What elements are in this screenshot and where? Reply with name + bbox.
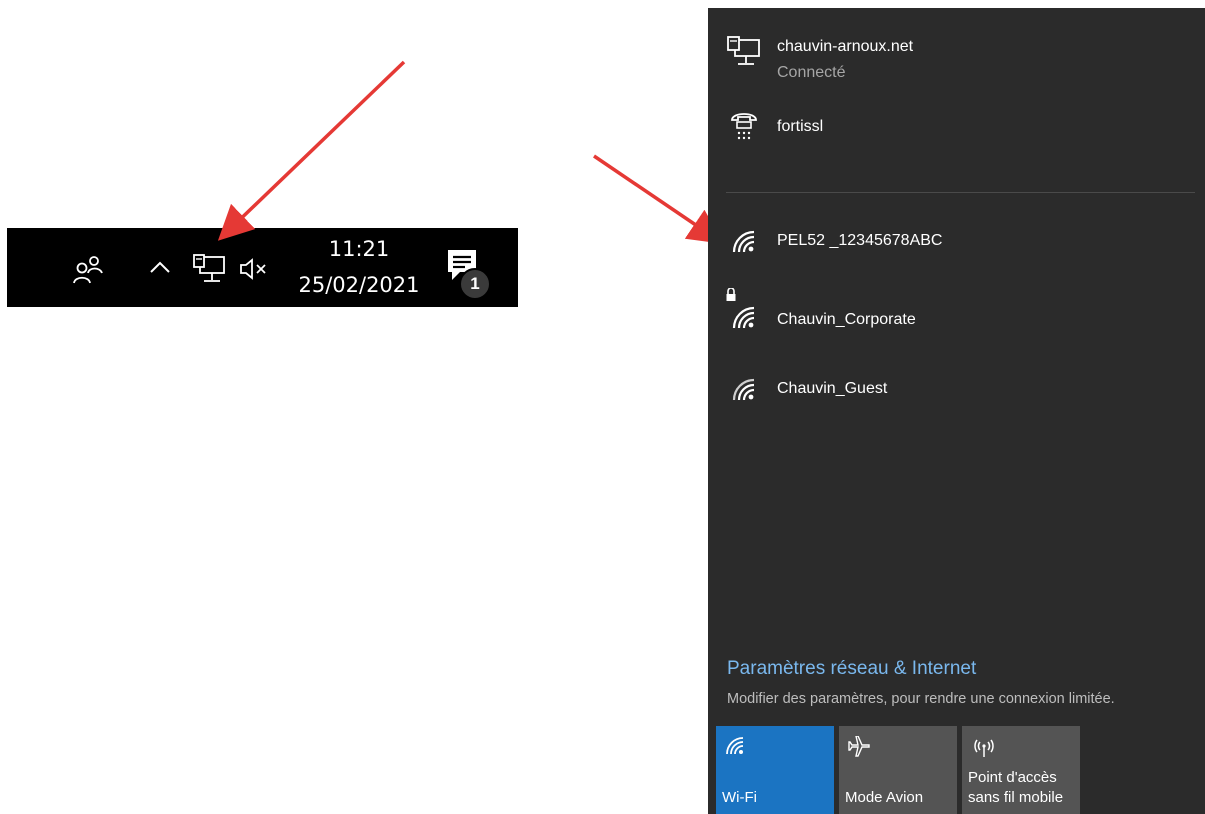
connection-dialup[interactable]: fortissl [708, 106, 1205, 150]
chevron-up-icon[interactable] [147, 254, 173, 280]
wifi-secured-icon [724, 287, 764, 337]
volume-muted-icon[interactable] [237, 254, 271, 284]
wifi-icon [725, 736, 747, 761]
wifi-network-item[interactable]: Chauvin_Corporate [708, 287, 1205, 338]
ethernet-icon [726, 36, 762, 73]
people-icon[interactable] [71, 254, 105, 286]
quick-action-label-line1: Point d'accès [968, 769, 1057, 786]
quick-action-label-line2: sans fil mobile [968, 789, 1064, 806]
quick-action-label: Mode Avion [845, 789, 924, 806]
connection-ethernet[interactable]: chauvin-arnoux.net Connecté [708, 30, 1205, 90]
wifi-network-item[interactable]: Chauvin_Guest [708, 370, 1205, 414]
quick-action-mobile-hotspot[interactable]: Point d'accès sans fil mobile [962, 726, 1080, 814]
wifi-network-name: Chauvin_Guest [777, 380, 888, 397]
connection-name: chauvin-arnoux.net [777, 38, 914, 55]
airplane-icon [848, 735, 870, 763]
quick-action-label: Point d'accès sans fil mobile [968, 768, 1063, 808]
clock-time: 11:21 [328, 237, 390, 261]
divider [726, 192, 1195, 193]
quick-action-label: Wi-Fi [722, 789, 757, 806]
network-flyout: chauvin-arnoux.net Connecté fortissl PEL… [708, 8, 1205, 814]
hotspot-icon [971, 736, 997, 763]
notification-count-badge: 1 [459, 268, 491, 300]
dialup-icon [730, 110, 758, 147]
network-settings-description: Modifier des paramètres, pour rendre une… [727, 691, 1115, 707]
wifi-network-name: Chauvin_Corporate [777, 311, 916, 328]
taskbar: 11:21 25/02/2021 1 [7, 228, 518, 307]
quick-action-wifi[interactable]: Wi-Fi [716, 726, 834, 814]
connection-status: Connecté [777, 64, 846, 81]
wifi-icon [730, 376, 760, 407]
wifi-network-item[interactable]: PEL52 _12345678ABC [708, 220, 1205, 264]
connection-name: fortissl [777, 118, 824, 135]
network-wired-icon[interactable] [191, 252, 227, 286]
arrow-to-network-icon [217, 60, 406, 241]
arrow-to-wifi-network [593, 154, 724, 244]
wifi-icon [730, 228, 760, 259]
clock[interactable]: 11:21 25/02/2021 [289, 234, 429, 300]
wifi-network-name: PEL52 _12345678ABC [777, 232, 943, 249]
quick-action-airplane-mode[interactable]: Mode Avion [839, 726, 957, 814]
network-settings-link[interactable]: Paramètres réseau & Internet [727, 658, 976, 680]
clock-date: 25/02/2021 [298, 273, 420, 297]
